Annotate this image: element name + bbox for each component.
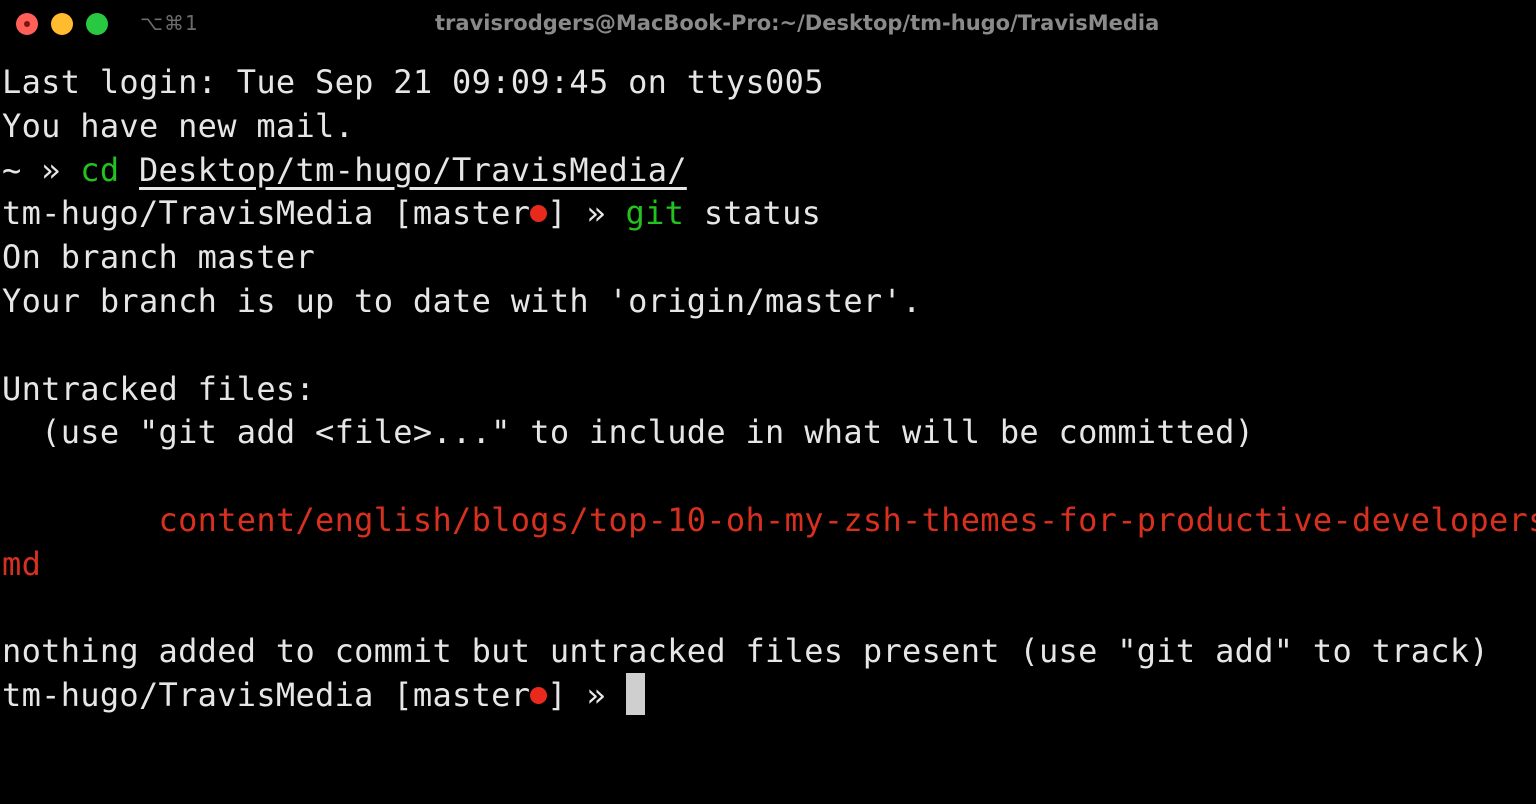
git-dirty-indicator-icon	[530, 204, 548, 222]
close-window-button[interactable]	[16, 13, 38, 35]
text-cursor[interactable]	[625, 673, 645, 716]
prompt-branch-close: ] »	[547, 676, 626, 715]
untracked-header-line: Untracked files:	[2, 369, 316, 408]
mail-line: You have new mail.	[2, 106, 355, 145]
git-command: git	[625, 194, 685, 233]
prompt-directory: tm-hugo/TravisMedia [master	[2, 676, 531, 715]
prompt-branch-close: ] »	[547, 194, 626, 233]
zoom-window-button[interactable]	[86, 13, 108, 35]
current-prompt-line[interactable]: tm-hugo/TravisMedia [master ] »	[2, 673, 1536, 718]
title-bar: ⌥⌘1 travisrodgers@MacBook-Pro:~/Desktop/…	[0, 0, 1536, 48]
git-dirty-indicator-icon	[530, 686, 548, 704]
cd-command: cd	[80, 150, 120, 189]
prompt-directory: tm-hugo/TravisMedia [master	[2, 194, 531, 233]
untracked-file-line: content/english/blogs/top-10-oh-my-zsh-t…	[2, 500, 1536, 539]
cd-path-link[interactable]: Desktop/tm-hugo/TravisMedia/	[139, 151, 687, 189]
untracked-hint-line: (use "git add <file>..." to include in w…	[2, 413, 1255, 452]
terminal-output[interactable]: Last login: Tue Sep 21 09:09:45 on ttys0…	[2, 61, 1536, 791]
untracked-file-line-wrap: md	[2, 544, 42, 583]
up-to-date-line: Your branch is up to date with 'origin/m…	[2, 281, 922, 320]
window-title: travisrodgers@MacBook-Pro:~/Desktop/tm-h…	[435, 11, 1160, 35]
last-login-line: Last login: Tue Sep 21 09:09:45 on ttys0…	[2, 63, 824, 101]
git-status-command-line: tm-hugo/TravisMedia [master ] » git statu…	[2, 192, 1536, 236]
window-shortcut-label: ⌥⌘1	[140, 11, 199, 35]
nothing-added-line: nothing added to commit but untracked fi…	[2, 632, 1489, 671]
on-branch-line: On branch master	[2, 238, 316, 277]
cd-command-line: ~ » cd Desktop/tm-hugo/TravisMedia/	[2, 149, 1536, 193]
home-prompt: ~ »	[2, 150, 81, 189]
minimize-window-button[interactable]	[51, 13, 73, 35]
git-subcommand: status	[684, 194, 822, 233]
